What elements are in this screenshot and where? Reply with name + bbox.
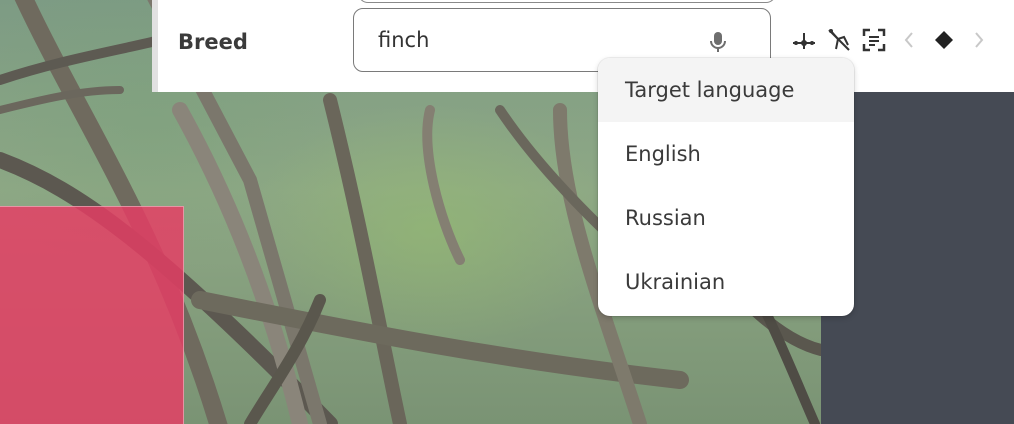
breed-search-input[interactable] <box>378 23 698 57</box>
no-pose-icon[interactable] <box>825 26 853 54</box>
breed-label: Breed <box>178 30 248 54</box>
previous-field-edge <box>358 0 776 3</box>
language-option-russian[interactable]: Russian <box>598 186 854 250</box>
keypoint-icon[interactable] <box>790 26 818 54</box>
diamond-icon[interactable] <box>930 26 958 54</box>
scan-text-icon[interactable] <box>860 26 888 54</box>
chevron-left-icon[interactable] <box>895 26 923 54</box>
language-option-ukrainian[interactable]: Ukrainian <box>598 250 854 314</box>
target-language-dropdown: Target language English Russian Ukrainia… <box>598 58 854 316</box>
dropdown-header: Target language <box>598 58 854 122</box>
chevron-right-icon[interactable] <box>965 26 993 54</box>
annotation-box[interactable] <box>0 206 184 424</box>
attribute-editor-card: Breed <box>152 0 1014 92</box>
microphone-icon[interactable] <box>706 29 730 55</box>
language-option-english[interactable]: English <box>598 122 854 186</box>
toolbar <box>790 26 1000 54</box>
